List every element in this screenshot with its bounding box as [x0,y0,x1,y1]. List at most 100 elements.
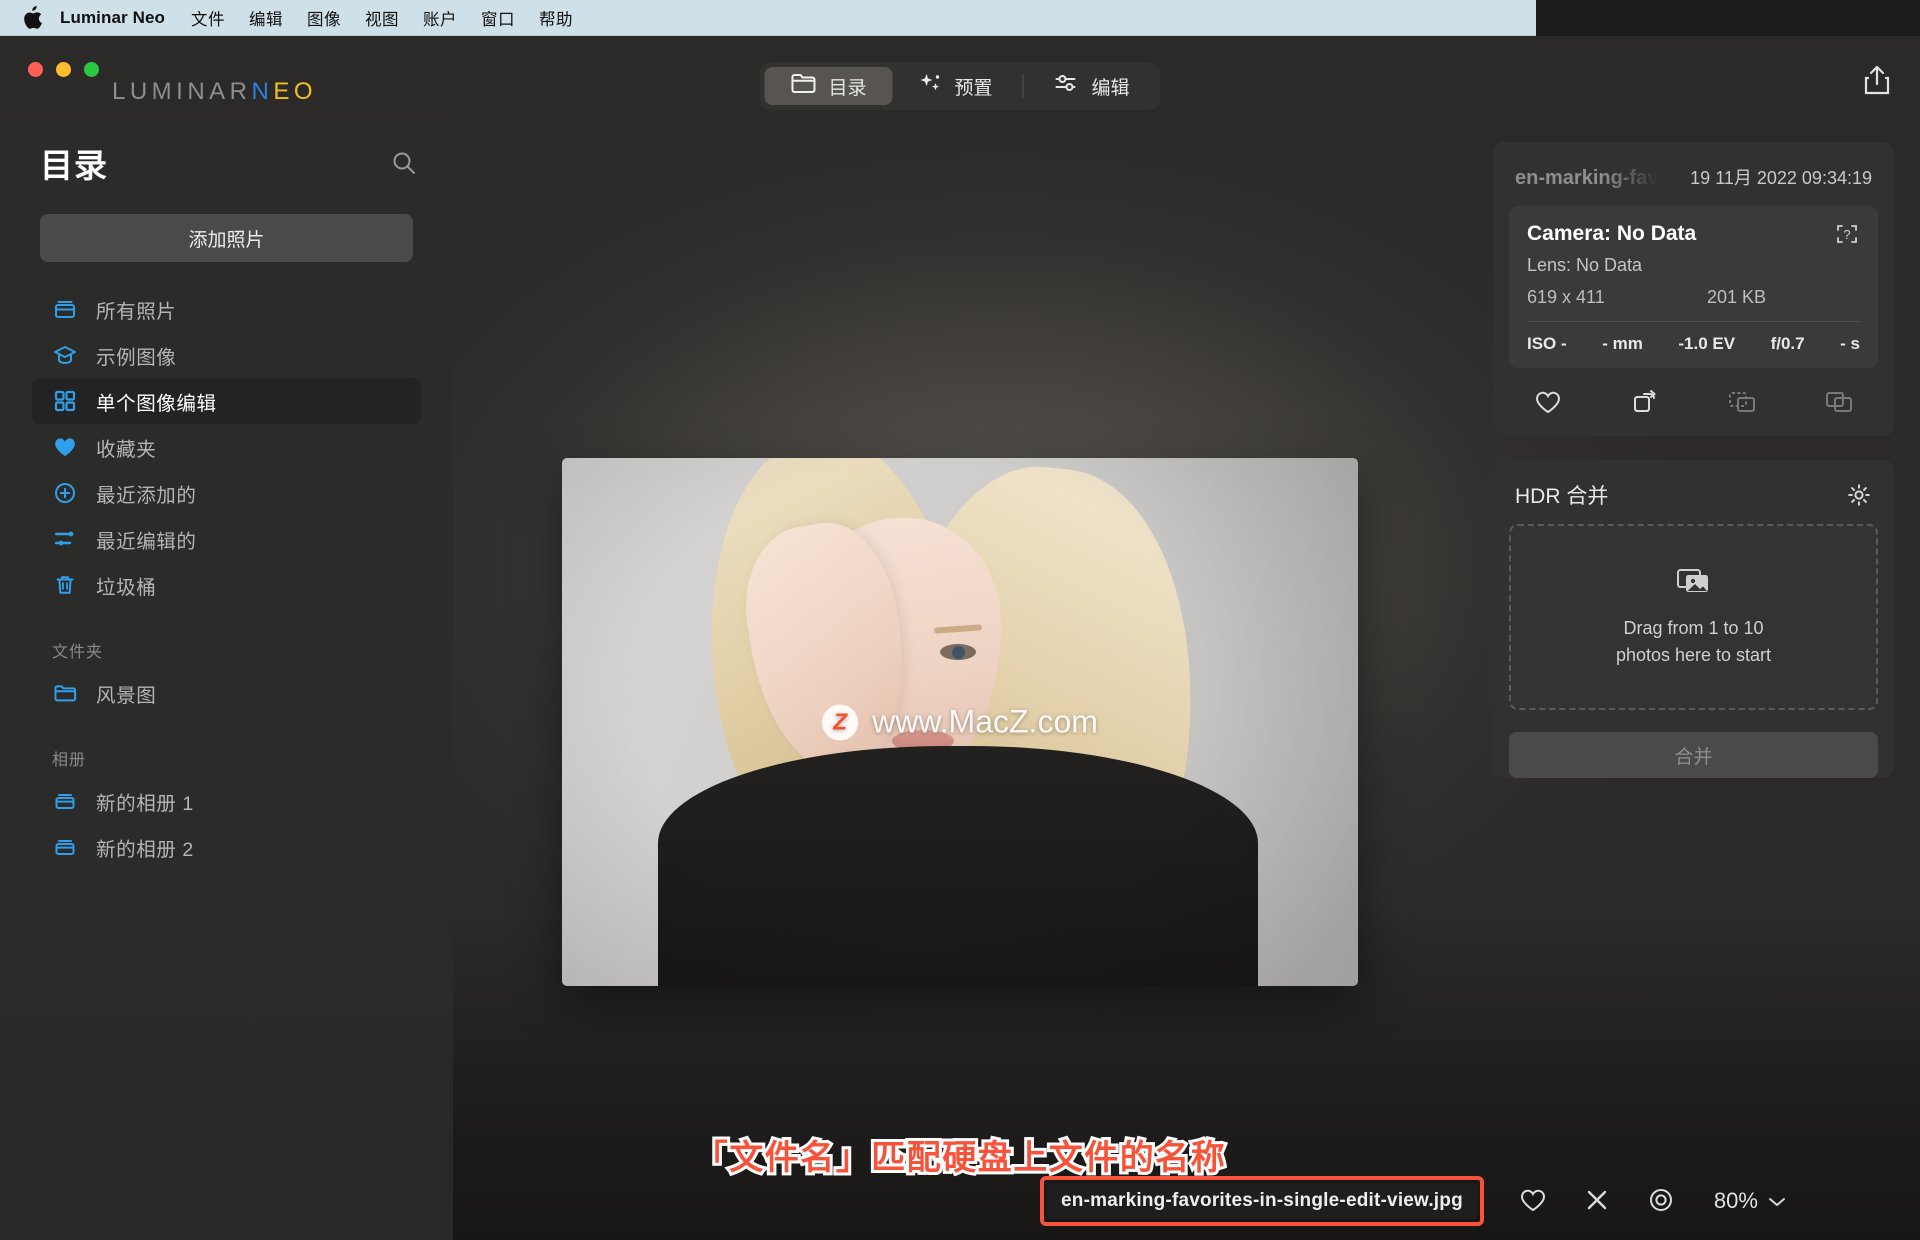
library-icon [52,296,78,322]
menu-item-file[interactable]: 文件 [191,6,225,30]
luminar-neo-window: LUMINARNEO 目录 预置 编辑 目录 添加照片 所有照片 示例图像 单个… [0,36,1920,1240]
menu-item-window[interactable]: 窗口 [481,6,515,30]
sidebar-album-2[interactable]: 新的相册 2 [32,824,421,870]
metadata-actions [1493,368,1894,436]
sidebar-folder-landscape[interactable]: 风景图 [32,670,421,716]
app-logo: LUMINARNEO [112,78,317,106]
zoom-button[interactable] [84,62,99,77]
menu-app-name[interactable]: Luminar Neo [60,8,165,28]
sliders-icon [52,526,78,552]
hdr-merge-card: HDR 合并 Drag from 1 to 10 photos here to … [1493,460,1894,778]
copy-dashed-icon[interactable] [1727,388,1757,416]
sidebar-item-sample-images[interactable]: 示例图像 [32,332,421,378]
watermark: Z www.MacZ.com [822,704,1098,741]
gear-icon[interactable] [1846,482,1872,508]
sidebar-title: 目录 [40,147,108,184]
exif-divider [1527,321,1860,322]
sidebar-album-1[interactable]: 新的相册 1 [32,778,421,824]
chevron-down-icon [1768,1188,1786,1214]
zoom-control[interactable]: 80% [1714,1188,1786,1214]
exif-camera-row: Camera: No Data ? [1527,222,1860,246]
exif-dimensions-row: 619 x 411 201 KB [1527,287,1860,308]
merge-button[interactable]: 合并 [1509,732,1878,778]
rotate-icon[interactable] [1630,388,1660,416]
graduation-cap-icon [52,342,78,368]
metadata-filename: en-marking-fav [1515,167,1659,189]
close-button[interactable] [28,62,43,77]
window-controls [28,62,99,77]
hdr-dropzone-line2: photos here to start [1615,644,1772,665]
close-x-icon[interactable] [1582,1186,1612,1216]
minimize-button[interactable] [56,62,71,77]
sidebar-album-1-label: 新的相册 1 [96,792,194,815]
hdr-dropzone-text: Drag from 1 to 10 photos here to start [1616,615,1771,667]
menu-item-edit[interactable]: 编辑 [249,6,283,30]
exif-filesize: 201 KB [1707,287,1767,307]
exif-shot-row: ISO - - mm -1.0 EV f/0.7 - s [1527,334,1860,354]
exif-iso: ISO - [1527,334,1567,353]
hdr-dropzone-line1: Drag from 1 to 10 [1623,618,1764,639]
exif-aperture: f/0.7 [1770,334,1805,353]
tab-catalog-label: 目录 [828,77,867,99]
hdr-dropzone[interactable]: Drag from 1 to 10 photos here to start [1509,524,1878,710]
heart-outline-icon[interactable] [1518,1186,1548,1216]
menu-item-help[interactable]: 帮助 [539,6,573,30]
eye-icon[interactable] [1646,1186,1676,1216]
photo-preview[interactable]: Z www.MacZ.com [562,458,1358,986]
app-toolbar: LUMINARNEO 目录 预置 编辑 [0,36,1920,118]
add-photos-button[interactable]: 添加照片 [40,214,413,262]
exif-lens: Lens: No Data [1527,255,1643,275]
logo-eo: EO [273,78,318,105]
image-canvas: Z www.MacZ.com 「文件名」匹配硬盘上文件的名称 en-markin… [453,118,1785,1240]
tab-presets[interactable]: 预置 [892,67,1018,105]
sidebar-item-recently-edited-label: 最近编辑的 [96,530,197,553]
sidebar-item-trash[interactable]: 垃圾桶 [32,562,421,608]
menu-item-image[interactable]: 图像 [307,6,341,30]
heart-outline-icon[interactable] [1533,388,1563,416]
menubar-filler [1536,0,1920,36]
metadata-card: en-marking-fav 19 11月 2022 09:34:19 Came… [1493,142,1894,436]
album-icon [52,834,78,860]
tab-divider [1022,74,1024,98]
sidebar-item-recently-added[interactable]: 最近添加的 [32,470,421,516]
share-icon[interactable] [1862,64,1892,96]
add-photos-label: 添加照片 [188,229,265,251]
bottom-bar: en-marking-favorites-in-single-edit-view… [906,1162,1920,1240]
folder-icon [52,680,78,706]
search-icon[interactable] [391,150,417,176]
menu-item-view[interactable]: 视图 [365,6,399,30]
merge-button-label: 合并 [1674,746,1713,768]
svg-text:?: ? [1843,227,1850,242]
copy-icon[interactable] [1824,388,1854,416]
tab-edit[interactable]: 编辑 [1028,67,1156,105]
hdr-header: HDR 合并 [1493,460,1894,524]
right-panel: en-marking-fav 19 11月 2022 09:34:19 Came… [1467,118,1920,1240]
metadata-header: en-marking-fav 19 11月 2022 09:34:19 [1493,142,1894,206]
apple-logo-icon[interactable] [22,5,42,30]
maczcom-badge-icon: Z [822,704,859,740]
left-sidebar: 目录 添加照片 所有照片 示例图像 单个图像编辑 收藏夹 最近添加的 最近编辑的… [0,118,453,1240]
photos-stack-icon [1676,566,1712,601]
sidebar-item-all-photos[interactable]: 所有照片 [32,286,421,332]
sidebar-item-recently-edited[interactable]: 最近编辑的 [32,516,421,562]
filename-highlight-box: en-marking-favorites-in-single-edit-view… [1040,1176,1484,1226]
sidebar-item-favorites-label: 收藏夹 [96,438,157,461]
exif-focal-length: - mm [1602,334,1643,353]
sidebar-section-albums: 相册 [52,752,87,769]
sidebar-item-single-image-edit[interactable]: 单个图像编辑 [32,378,421,424]
sidebar-nav: 所有照片 示例图像 单个图像编辑 收藏夹 最近添加的 最近编辑的 垃圾桶 [0,286,453,608]
sidebar-item-all-photos-label: 所有照片 [96,300,177,323]
filename-field[interactable]: en-marking-favorites-in-single-edit-view… [1047,1183,1477,1219]
macos-menubar: Luminar Neo 文件 编辑 图像 视图 账户 窗口 帮助 [0,0,1536,36]
metadata-date: 19 11月 2022 09:34:19 [1690,168,1872,188]
tab-catalog[interactable]: 目录 [764,67,893,105]
question-mark-icon[interactable]: ? [1834,222,1860,246]
logo-luminar: LUMINAR [112,78,252,105]
sidebar-item-favorites[interactable]: 收藏夹 [32,424,421,470]
sidebar-section-folders: 文件夹 [52,644,104,661]
tab-edit-label: 编辑 [1091,77,1130,99]
watermark-text: www.MacZ.com [872,703,1098,740]
menu-item-account[interactable]: 账户 [423,6,457,30]
trash-icon [52,572,78,598]
heart-filled-icon [52,434,78,460]
